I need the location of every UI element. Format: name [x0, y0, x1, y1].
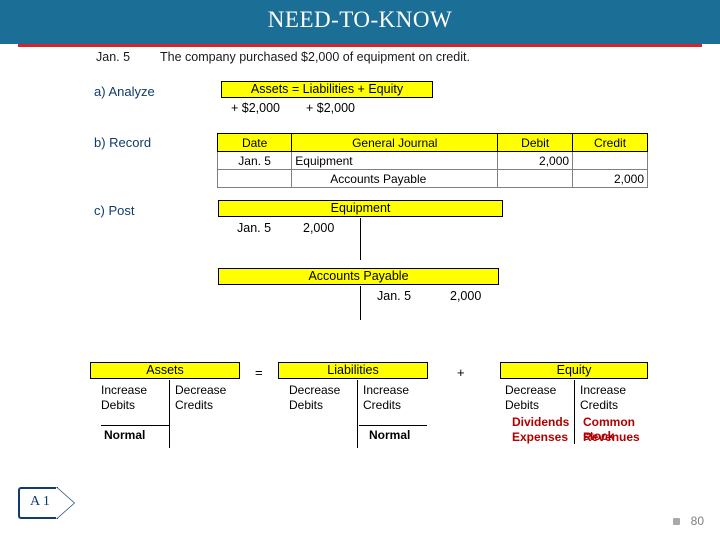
rules-title-assets: Assets [90, 362, 240, 379]
slide: NEED-TO-KNOW Jan. 5 The company purchase… [0, 0, 720, 540]
journal-cell-debit: 2,000 [497, 151, 574, 170]
column-header-credit: Credit [572, 133, 648, 152]
t-account-entry-date-equipment: Jan. 5 [237, 221, 272, 235]
t-account-entry-amount-accounts-payable: 2,000 [450, 289, 482, 303]
rules-divider-equity [574, 380, 575, 444]
journal-cell-date: Jan. 5 [216, 151, 293, 170]
assets-normal-rule [101, 425, 169, 426]
rules-title-equity: Equity [500, 362, 648, 379]
page-number: 80 [690, 514, 704, 528]
assets-normal-label: Normal [104, 428, 146, 442]
step-record-label: b) Record [94, 135, 152, 150]
learning-objective-label: A 1 [30, 494, 50, 509]
equity-left-line2: Debits [505, 398, 540, 412]
t-account-divider-equipment [360, 218, 361, 260]
journal-cell-date [216, 169, 293, 188]
rules-divider-liabilities [357, 380, 358, 448]
liabilities-normal-label: Normal [369, 428, 411, 442]
rules-title-liabilities: Liabilities [278, 362, 428, 379]
equation-liabilities-change: + $2,000 [306, 101, 356, 115]
liabilities-left-line1: Decrease [289, 383, 341, 397]
liabilities-normal-rule [359, 425, 427, 426]
assets-left-line1: Increase [101, 383, 148, 397]
operator-plus: + [457, 365, 465, 380]
step-post-label: c) Post [94, 203, 135, 218]
equity-right-bold2: Revenues [583, 430, 640, 444]
table-row: Accounts Payable 2,000 [216, 169, 648, 188]
equity-right-line2: Credits [580, 398, 619, 412]
transaction-date: Jan. 5 [96, 50, 131, 64]
journal-cell-account: Accounts Payable [291, 169, 499, 188]
t-account-divider-accounts-payable [360, 286, 361, 320]
transaction-description: The company purchased $2,000 of equipmen… [160, 50, 470, 64]
operator-equals: = [255, 365, 263, 380]
journal-cell-account: Equipment [291, 151, 499, 170]
learning-objective-badge: A 1 [18, 487, 74, 519]
assets-left-line2: Debits [101, 398, 136, 412]
t-account-title-accounts-payable: Accounts Payable [218, 268, 499, 285]
step-analyze-label: a) Analyze [94, 84, 155, 99]
general-journal-table: Date General Journal Debit Credit Jan. 5… [216, 133, 648, 188]
liabilities-left-line2: Debits [289, 398, 324, 412]
table-row: Jan. 5 Equipment 2,000 [216, 151, 648, 170]
table-header-row: Date General Journal Debit Credit [216, 133, 648, 152]
page-bullet-icon [673, 518, 680, 525]
column-header-debit: Debit [497, 133, 574, 152]
journal-cell-credit [572, 151, 648, 170]
equity-left-bold2: Expenses [512, 430, 569, 444]
equity-left-line1: Decrease [505, 383, 557, 397]
liabilities-right-line1: Increase [363, 383, 410, 397]
equity-right-line1: Increase [580, 383, 627, 397]
t-account-entry-date-accounts-payable: Jan. 5 [377, 289, 412, 303]
liabilities-right-line2: Credits [363, 398, 402, 412]
t-account-title-equipment: Equipment [218, 200, 503, 217]
badge-arrow-tip-fill [56, 487, 74, 519]
journal-cell-credit: 2,000 [572, 169, 648, 188]
rules-divider-assets [169, 380, 170, 448]
assets-right-line1: Decrease [175, 383, 227, 397]
t-account-entry-amount-equipment: 2,000 [303, 221, 335, 235]
page-title: NEED-TO-KNOW [267, 7, 453, 32]
journal-cell-debit [497, 169, 574, 188]
header-divider [18, 44, 702, 47]
equity-left-bold1: Dividends [512, 415, 570, 429]
equation-assets-change: + $2,000 [231, 101, 281, 115]
column-header-date: Date [216, 133, 293, 152]
accounting-equation-header: Assets = Liabilities + Equity [221, 81, 433, 98]
column-header-journal: General Journal [291, 133, 499, 152]
assets-right-line2: Credits [175, 398, 214, 412]
